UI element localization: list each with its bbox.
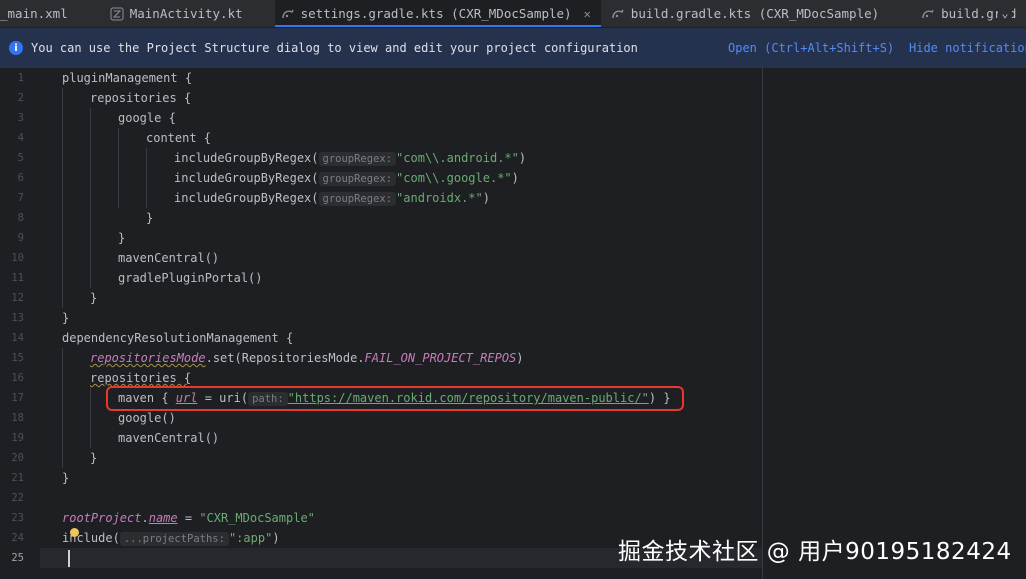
tab-main-xml[interactable]: _main.xml (0, 0, 78, 27)
parameter-hint: ...projectPaths: (119, 532, 229, 546)
line-number: 18 (11, 412, 24, 424)
close-icon[interactable]: ✕ (584, 7, 591, 21)
code-line-20: } (90, 451, 98, 465)
line-number: 11 (11, 272, 24, 284)
tab-mainactivity-kt[interactable]: MainActivity.kt (104, 0, 253, 27)
text-caret (68, 550, 70, 567)
code-line-15: repositoriesMode.set(RepositoriesMode.FA… (90, 351, 524, 365)
gradle-file-icon (612, 9, 624, 18)
indent-guide (90, 388, 91, 448)
line-number: 2 (17, 92, 24, 104)
line-number: 17 (11, 392, 24, 404)
code-line-3: google { (118, 111, 176, 125)
indent-guide (62, 348, 63, 468)
code-line-8: } (146, 211, 154, 225)
line-number: 21 (11, 472, 24, 484)
line-number: 9 (17, 232, 24, 244)
code-line-19: mavenCentral() (118, 431, 220, 445)
parameter-hint: groupRegex: (318, 172, 397, 186)
tab-label: build.gradle.kts (CXR_MDocSample) (630, 6, 880, 21)
line-number: 20 (11, 452, 24, 464)
gradle-file-icon (922, 9, 934, 18)
line-number: 5 (17, 152, 24, 164)
line-number: 6 (17, 172, 24, 184)
code-line-6: includeGroupByRegex(groupRegex: "com\\.go… (174, 171, 519, 186)
indent-guide (62, 88, 63, 308)
highlight-annotation-box (106, 386, 684, 411)
code-editor[interactable]: 1 2 3 4 5 6 7 8 9 10 11 12 13 14 15 16 1… (0, 68, 1026, 579)
code-line-5: includeGroupByRegex(groupRegex: "com\\.an… (174, 151, 527, 166)
line-number: 16 (11, 372, 24, 384)
line-number: 12 (11, 292, 24, 304)
code-line-13: } (62, 311, 70, 325)
line-number: 3 (17, 112, 24, 124)
line-number: 24 (11, 532, 24, 544)
line-number: 8 (17, 212, 24, 224)
code-line-9: } (118, 231, 126, 245)
parameter-hint: groupRegex: (318, 192, 397, 206)
tab-settings-gradle-kts[interactable]: settings.gradle.kts (CXR_MDocSample) ✕ (274, 0, 601, 27)
code-line-21: } (62, 471, 70, 485)
line-number-current: 25 (11, 552, 24, 564)
chevron-down-icon[interactable]: ⌄ (998, 4, 1012, 22)
lightbulb-icon[interactable] (70, 528, 79, 537)
code-line-18: google() (118, 411, 176, 425)
line-number: 19 (11, 432, 24, 444)
notification-message: You can use the Project Structure dialog… (31, 41, 638, 55)
line-number: 23 (11, 512, 24, 524)
line-number: 15 (11, 352, 24, 364)
line-number: 14 (11, 332, 24, 344)
code-line-7: includeGroupByRegex(groupRegex: "androidx… (174, 191, 490, 206)
tab-label: MainActivity.kt (129, 6, 243, 21)
line-number: 4 (17, 132, 24, 144)
code-line-11: gradlePluginPortal() (118, 271, 263, 285)
right-margin-guide (762, 68, 763, 579)
code-line-16: repositories { (90, 371, 192, 385)
open-project-structure-link[interactable]: Open (Ctrl+Alt+Shift+S) (728, 41, 894, 55)
project-structure-notification: i You can use the Project Structure dial… (0, 28, 1026, 68)
line-number: 7 (17, 192, 24, 204)
tab-label: settings.gradle.kts (CXR_MDocSample) (300, 6, 572, 21)
code-line-24: include(...projectPaths: ":app") (62, 531, 280, 546)
code-line-2: repositories { (90, 91, 192, 105)
code-line-1: pluginManagement { (62, 71, 193, 85)
code-line-23: rootProject.name = "CXR_MDocSample" (62, 511, 315, 525)
indent-guide (146, 148, 147, 208)
code-line-14: dependencyResolutionManagement { (62, 331, 294, 345)
line-number: 22 (11, 492, 24, 504)
line-number-gutter: 1 2 3 4 5 6 7 8 9 10 11 12 13 14 15 16 1… (0, 68, 40, 579)
kotlin-file-icon (110, 7, 124, 20)
gradle-file-icon (281, 9, 294, 18)
indent-guide (118, 128, 119, 208)
watermark: 掘金技术社区 @ 用户90195182424 (618, 539, 1012, 565)
line-number: 1 (17, 72, 24, 84)
tab-build-gradle-kts[interactable]: build.gradle.kts (CXR_MDocSample) (605, 0, 889, 27)
editor-tab-bar: _main.xml MainActivity.kt settings.gradl… (0, 0, 1026, 28)
line-number: 13 (11, 312, 24, 324)
line-number: 10 (11, 252, 24, 264)
code-line-12: } (90, 291, 98, 305)
parameter-hint: groupRegex: (318, 152, 397, 166)
code-line-10: mavenCentral() (118, 251, 220, 265)
info-icon: i (9, 41, 23, 55)
indent-guide (90, 108, 91, 288)
hide-notification-link[interactable]: Hide notification (909, 41, 1026, 55)
code-line-4: content { (146, 131, 212, 145)
tab-label: _main.xml (0, 6, 68, 21)
